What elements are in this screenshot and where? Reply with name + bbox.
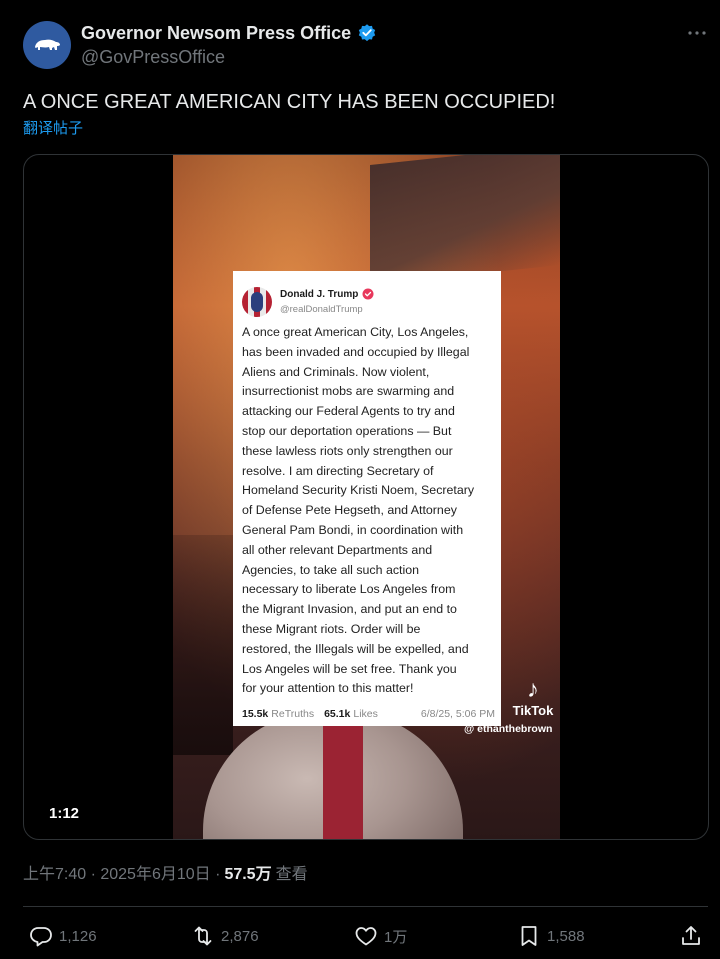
post-text: A ONCE GREAT AMERICAN CITY HAS BEEN OCCU… [23,91,556,113]
bookmark-button[interactable]: 1,588 [517,924,585,948]
building-shape [173,535,233,755]
california-bear-icon [35,39,60,50]
divider [23,906,708,907]
author-display-name[interactable]: Governor Newsom Press Office [81,21,351,45]
tiktok-icon: ♪ [527,676,539,703]
repost-button[interactable]: 2,876 [191,924,259,948]
post-meta: 上午7:40 · 2025年6月10日 · 57.5万 查看 [23,864,308,886]
verified-badge-icon [358,24,376,42]
tiktok-watermark: ♪ TikTok [508,677,558,719]
share-icon [682,926,700,945]
embedded-post-avatar [242,287,272,317]
embedded-post-date: 6/8/25, 5:06 PM [420,708,495,720]
reply-button[interactable]: 1,126 [29,924,97,948]
video-duration: 1:12 [49,805,80,822]
author-avatar[interactable] [23,21,71,69]
share-button[interactable] [679,924,703,948]
translate-post-link[interactable]: 翻译帖子 [23,119,83,139]
like-button[interactable]: 1万 [354,924,407,948]
bookmark-count: 1,588 [547,927,585,945]
likes-count: 65.1k [324,708,351,720]
repost-count: 2,876 [221,927,259,945]
embedded-post-stats: 15.5k ReTruths 65.1k Likes 6/8/25, 5:06 … [242,708,495,720]
repost-icon [194,926,212,946]
reply-count: 1,126 [59,927,97,945]
embedded-post-name: Donald J. Trump [280,288,359,300]
video-player[interactable]: Donald J. Trump @realDonaldTrump A once … [23,154,709,840]
reply-icon [30,927,52,947]
heart-icon [355,927,377,946]
tiktok-brand: TikTok [512,703,554,718]
author-handle[interactable]: @GovPressOffice [81,46,225,68]
tiktok-username: @ ethanthebrown [464,723,553,735]
more-options-icon[interactable] [686,22,708,44]
embedded-post-body: A once great American City, Los Angeles,… [242,325,475,696]
embedded-post-card: Donald J. Trump @realDonaldTrump A once … [233,271,501,726]
likes-label: Likes [353,708,378,720]
like-count: 1万 [384,928,408,946]
retruths-label: ReTruths [271,708,315,720]
post-timestamp[interactable]: 上午7:40 · 2025年6月10日 · [23,864,220,886]
embedded-post-handle: @realDonaldTrump [280,304,363,315]
verified-badge-icon [362,288,374,300]
retruths-count: 15.5k [242,708,269,720]
figure-stripe [323,711,363,839]
view-label: 查看 [275,866,308,883]
building-shape [370,155,560,285]
bookmark-icon [521,926,537,946]
view-count: 57.5万 [224,866,272,883]
